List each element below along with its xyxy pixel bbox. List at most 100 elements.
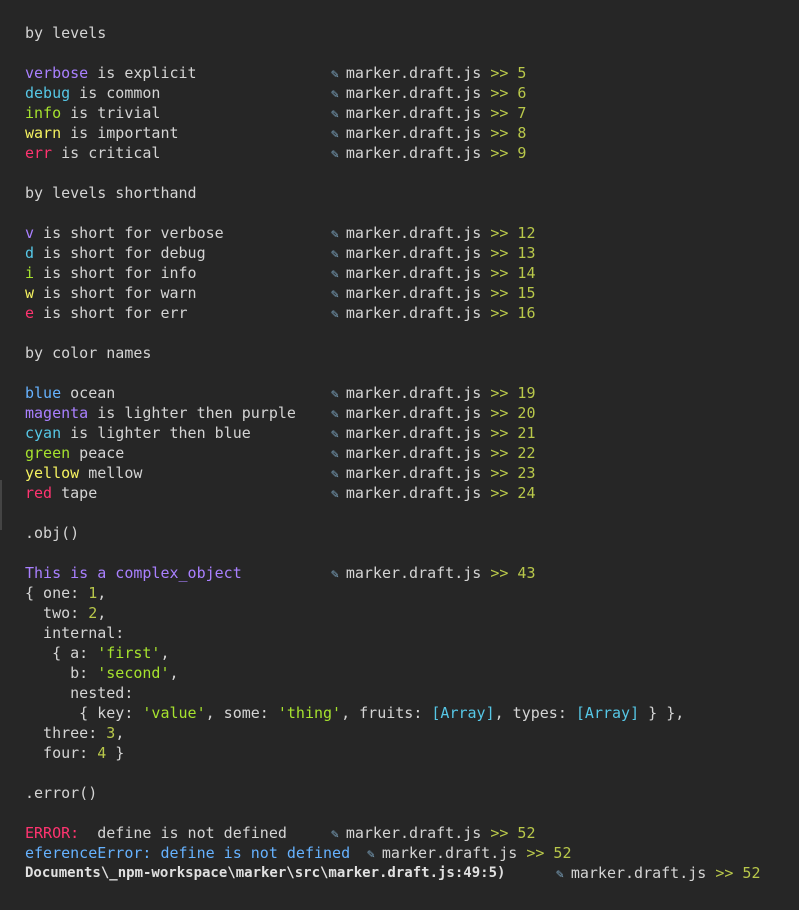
error-label: ERROR:	[25, 824, 80, 842]
source-link[interactable]: ✎ marker.draft.js >> 24	[331, 483, 535, 503]
line-number: 12	[517, 224, 536, 242]
color-keyword: green	[25, 444, 71, 462]
color-keyword: magenta	[25, 404, 89, 422]
object-line: { a: 'first',	[25, 643, 169, 663]
object-key: , types:	[494, 704, 576, 722]
source-link[interactable]: ✎ marker.draft.js >> 8	[331, 123, 526, 143]
object-line: three: 3,	[25, 723, 124, 743]
log-text: tape	[52, 484, 98, 502]
log-text: mellow	[79, 464, 143, 482]
line-number: 20	[517, 404, 536, 422]
log-line: info is trivial	[25, 103, 160, 123]
log-text: is short for debug	[34, 244, 206, 262]
object-value: 'second'	[97, 664, 170, 682]
source-link[interactable]: ✎ marker.draft.js >> 52	[367, 843, 571, 863]
source-link[interactable]: ✎ marker.draft.js >> 5	[331, 63, 526, 83]
line-number: 9	[517, 144, 527, 162]
object-value: 3	[106, 724, 116, 742]
line-number: 6	[517, 84, 527, 102]
source-link[interactable]: ✎ marker.draft.js >> 43	[331, 563, 535, 583]
pencil-icon: ✎	[331, 467, 339, 482]
color-keyword: blue	[25, 384, 62, 402]
source-link[interactable]: ✎ marker.draft.js >> 20	[331, 403, 535, 423]
section-by-levels: by levels	[25, 24, 107, 42]
object-value: 'thing'	[277, 704, 342, 722]
source-file: marker.draft.js	[345, 304, 482, 322]
stack-path: Documents\_npm-workspace\marker\src\mark…	[25, 865, 506, 881]
source-link[interactable]: ✎ marker.draft.js >> 13	[331, 243, 535, 263]
object-key: { a:	[25, 644, 98, 662]
object-punct: ,	[97, 584, 107, 602]
object-value: [Array]	[575, 704, 640, 722]
source-arrow: >>	[715, 864, 734, 882]
level-keyword: d	[25, 244, 35, 262]
line-number: 21	[517, 424, 536, 442]
object-punct: ,	[97, 604, 107, 622]
source-file: marker.draft.js	[345, 144, 482, 162]
source-link[interactable]: ✎ marker.draft.js >> 23	[331, 463, 535, 483]
source-file: marker.draft.js	[345, 124, 482, 142]
source-arrow: >>	[490, 104, 509, 122]
object-value: 'first'	[97, 644, 161, 662]
source-link[interactable]: ✎ marker.draft.js >> 52	[331, 823, 535, 843]
section-obj: .obj()	[25, 524, 80, 542]
section-error: .error()	[25, 784, 98, 802]
log-text: is short for err	[34, 304, 188, 322]
source-arrow: >>	[490, 224, 509, 242]
level-keyword: err	[25, 144, 53, 162]
log-text: is trivial	[61, 104, 161, 122]
source-file: marker.draft.js	[345, 824, 482, 842]
source-link[interactable]: ✎ marker.draft.js >> 9	[331, 143, 526, 163]
section-by-levels-shorthand: by levels shorthand	[25, 184, 197, 202]
source-file: marker.draft.js	[345, 244, 482, 262]
source-arrow: >>	[490, 244, 509, 262]
source-link[interactable]: ✎ marker.draft.js >> 15	[331, 283, 535, 303]
source-file: marker.draft.js	[345, 224, 482, 242]
line-number: 14	[517, 264, 536, 282]
source-file: marker.draft.js	[345, 284, 482, 302]
source-link[interactable]: ✎ marker.draft.js >> 7	[331, 103, 526, 123]
log-text: is common	[70, 84, 161, 102]
pencil-icon: ✎	[331, 287, 339, 302]
source-file: marker.draft.js	[345, 464, 482, 482]
log-text: peace	[70, 444, 125, 462]
source-arrow: >>	[490, 564, 509, 582]
object-value: 4	[97, 744, 107, 762]
line-number: 24	[517, 484, 536, 502]
source-file: marker.draft.js	[345, 404, 482, 422]
source-link[interactable]: ✎ marker.draft.js >> 6	[331, 83, 526, 103]
pencil-icon: ✎	[331, 387, 339, 402]
source-link[interactable]: ✎ marker.draft.js >> 16	[331, 303, 535, 323]
pencil-icon: ✎	[331, 87, 339, 102]
log-line: magenta is lighter then purple	[25, 403, 296, 423]
object-line: nested:	[25, 684, 134, 702]
level-keyword: e	[25, 304, 35, 322]
source-file: marker.draft.js	[345, 104, 482, 122]
source-link[interactable]: ✎ marker.draft.js >> 21	[331, 423, 535, 443]
source-file: marker.draft.js	[345, 84, 482, 102]
object-line: { key: 'value', some: 'thing', fruits: […	[25, 703, 684, 723]
object-key: two:	[25, 604, 89, 622]
pencil-icon: ✎	[331, 487, 339, 502]
source-arrow: >>	[490, 384, 509, 402]
source-link[interactable]: ✎ marker.draft.js >> 52	[556, 863, 760, 883]
pencil-icon: ✎	[367, 847, 375, 862]
level-keyword: warn	[25, 124, 62, 142]
pencil-icon: ✎	[331, 227, 339, 242]
source-file: marker.draft.js	[345, 64, 482, 82]
log-text: is lighter then purple	[88, 404, 296, 422]
source-file: marker.draft.js	[345, 264, 482, 282]
pencil-icon: ✎	[331, 267, 339, 282]
log-text: is critical	[52, 144, 161, 162]
source-link[interactable]: ✎ marker.draft.js >> 14	[331, 263, 535, 283]
line-number: 19	[517, 384, 536, 402]
log-line: d is short for debug	[25, 243, 206, 263]
pencil-icon: ✎	[331, 427, 339, 442]
source-link[interactable]: ✎ marker.draft.js >> 22	[331, 443, 535, 463]
source-link[interactable]: ✎ marker.draft.js >> 19	[331, 383, 535, 403]
color-keyword: red	[25, 484, 53, 502]
line-number: 13	[517, 244, 536, 262]
source-arrow: >>	[490, 124, 509, 142]
pencil-icon: ✎	[331, 147, 339, 162]
source-link[interactable]: ✎ marker.draft.js >> 12	[331, 223, 535, 243]
